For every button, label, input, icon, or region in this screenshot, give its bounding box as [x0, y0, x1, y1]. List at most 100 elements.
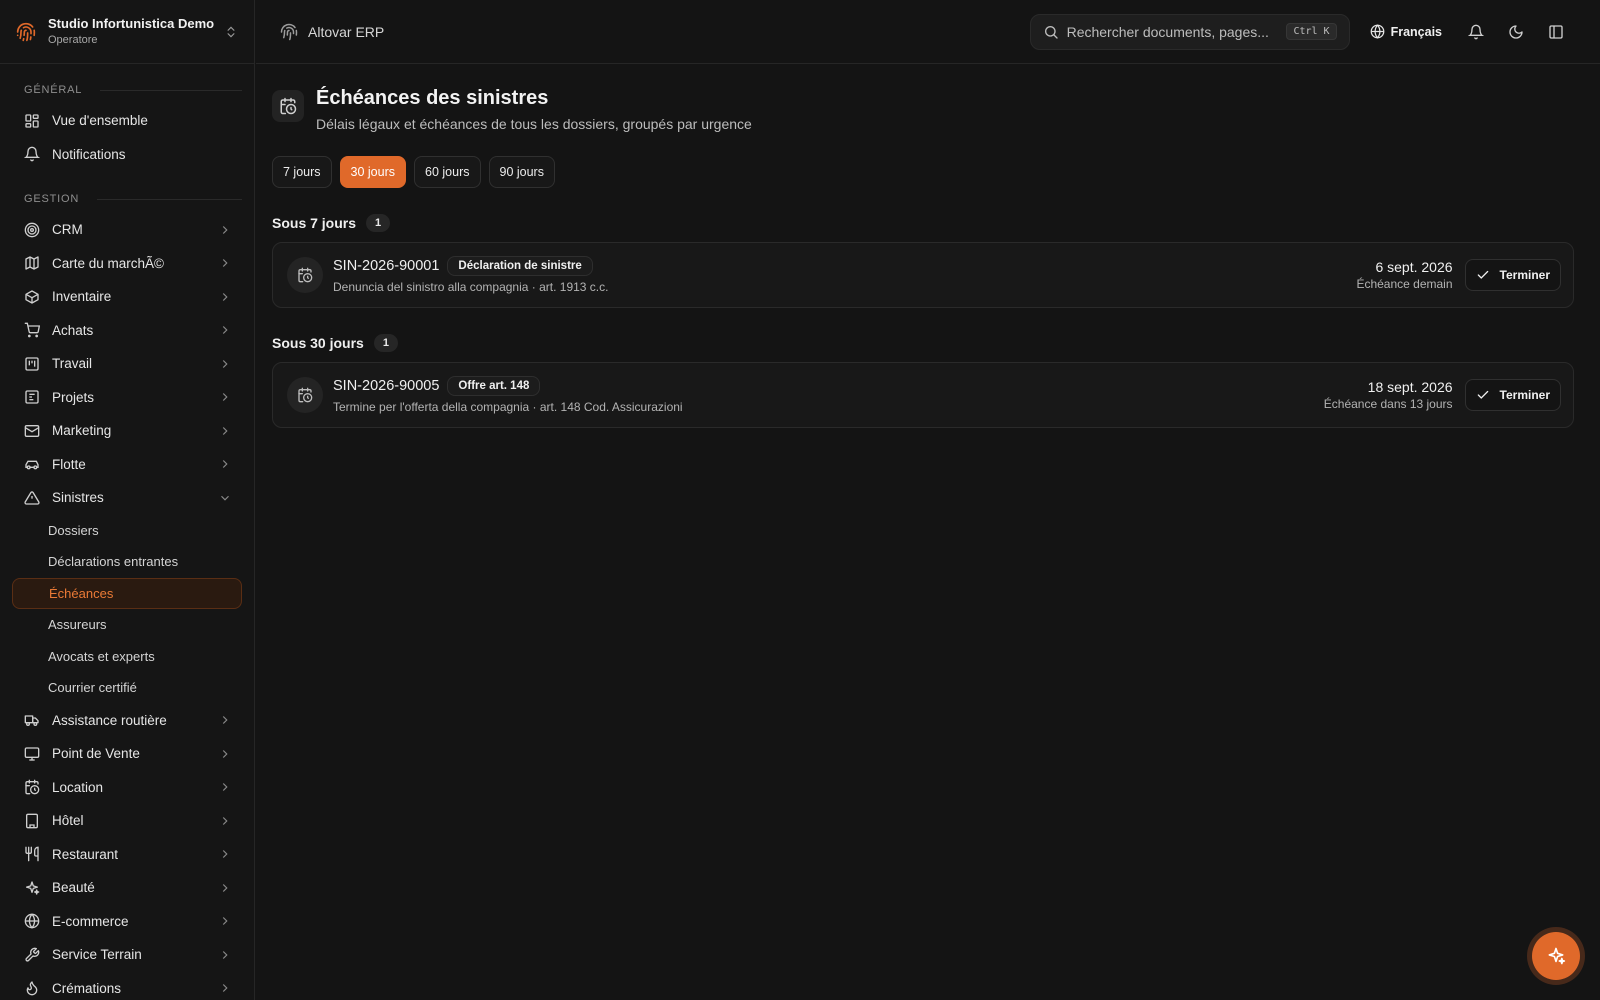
warning-icon — [24, 490, 40, 506]
sidebar-item-work[interactable]: Travail — [12, 347, 242, 381]
utensils-icon — [24, 846, 40, 862]
sparkles-icon — [24, 880, 40, 896]
sidebar: Studio Infortunistica Demo Operatore GÉN… — [0, 0, 255, 1000]
sidebar-subitem-insurers[interactable]: Assureurs — [12, 609, 242, 641]
sidebar-subitem-incoming-declarations[interactable]: Déclarations entrantes — [12, 546, 242, 578]
subitem-label: Dossiers — [48, 522, 99, 538]
subitem-label: Échéances — [49, 585, 114, 601]
sidebar-item-label: Carte du marchÃ© — [52, 255, 164, 271]
language-selector[interactable]: Français — [1370, 24, 1442, 39]
complete-button[interactable]: Terminer — [1464, 379, 1561, 411]
cart-icon — [24, 322, 40, 338]
sidebar-item-inventory[interactable]: Inventaire — [12, 280, 242, 314]
sidebar-item-label: Restaurant — [52, 846, 119, 862]
chevron-right-icon — [218, 814, 232, 828]
language-label: Français — [1390, 24, 1442, 39]
sidebar-subitem-dossiers[interactable]: Dossiers — [12, 515, 242, 547]
sidebar-item-label: Notifications — [52, 146, 126, 162]
sidebar-item-beauty[interactable]: Beauté — [12, 871, 242, 905]
sidebar-item-overview[interactable]: Vue d'ensemble — [12, 104, 242, 138]
sidebar-item-purchases[interactable]: Achats — [12, 314, 242, 348]
map-icon — [24, 255, 40, 271]
sidebar-item-hotel[interactable]: Hôtel — [12, 804, 242, 838]
topbar: Altovar ERP Ctrl K Français — [256, 0, 1600, 64]
chevron-right-icon — [218, 424, 232, 438]
group-header: Sous 7 jours 1 — [272, 214, 1574, 232]
chevron-right-icon — [218, 390, 232, 404]
brand[interactable]: Altovar ERP — [280, 23, 384, 41]
subitem-label: Assureurs — [48, 617, 107, 633]
sidebar-subitem-lawyers-experts[interactable]: Avocats et experts — [12, 641, 242, 673]
sidebar-item-field-service[interactable]: Service Terrain — [12, 938, 242, 972]
bell-icon — [24, 146, 40, 162]
sidebar-item-market-map[interactable]: Carte du marchÃ© — [12, 247, 242, 281]
building-icon — [24, 813, 40, 829]
claim-id[interactable]: SIN-2026-90001 — [333, 258, 439, 274]
chevron-right-icon — [218, 357, 232, 371]
moon-icon[interactable] — [1496, 14, 1536, 50]
sidebar-item-label: E-commerce — [52, 913, 129, 929]
filter-90-days[interactable]: 90 jours — [488, 156, 555, 188]
section-label: GESTION — [24, 193, 80, 205]
sidebar-item-label: Flotte — [52, 456, 86, 472]
chevron-right-icon — [218, 290, 232, 304]
sidebar-item-label: Assistance routière — [52, 712, 167, 728]
sidebar-item-cremations[interactable]: Crémations — [12, 972, 242, 1000]
group-count-badge: 1 — [373, 334, 398, 352]
sidebar-item-claims[interactable]: Sinistres — [12, 481, 242, 515]
claim-id[interactable]: SIN-2026-90005 — [333, 378, 439, 394]
sidebar-toggle-icon[interactable] — [1536, 14, 1576, 50]
sidebar-subitem-deadlines[interactable]: Échéances — [12, 577, 242, 609]
search-box[interactable]: Ctrl K — [1029, 13, 1350, 50]
group-header: Sous 30 jours 1 — [272, 334, 1574, 352]
sidebar-item-crm[interactable]: CRM — [12, 213, 242, 247]
calendar-clock-icon — [287, 257, 323, 293]
deadline-card[interactable]: SIN-2026-90005 Offre art. 148 Termine pe… — [272, 362, 1574, 428]
sidebar-item-marketing[interactable]: Marketing — [12, 414, 242, 448]
calendar-clock-icon — [24, 779, 40, 795]
sidebar-item-projects[interactable]: Projets — [12, 381, 242, 415]
wrench-icon — [24, 947, 40, 963]
deadline-date: 18 sept. 2026 — [1367, 379, 1453, 395]
chevron-right-icon — [218, 914, 232, 928]
sidebar-item-label: Location — [52, 779, 104, 795]
workspace-switcher[interactable]: Studio Infortunistica Demo Operatore — [0, 0, 254, 64]
chevron-right-icon — [218, 948, 232, 962]
chevron-right-icon — [218, 223, 232, 237]
bell-icon[interactable] — [1456, 14, 1496, 50]
sidebar-item-road-assistance[interactable]: Assistance routière — [12, 704, 242, 738]
deadline-card[interactable]: SIN-2026-90001 Déclaration de sinistre D… — [272, 242, 1574, 308]
calendar-clock-icon — [272, 90, 304, 122]
filter-7-days[interactable]: 7 jours — [272, 156, 332, 188]
chevron-right-icon — [218, 981, 232, 995]
sidebar-subitem-certified-mail[interactable]: Courrier certifié — [12, 672, 242, 704]
sidebar-item-restaurant[interactable]: Restaurant — [12, 838, 242, 872]
sidebar-item-label: Service Terrain — [52, 947, 142, 963]
sidebar-item-ecommerce[interactable]: E-commerce — [12, 905, 242, 939]
sidebar-item-notifications[interactable]: Notifications — [12, 138, 242, 172]
search-input[interactable] — [1066, 23, 1287, 40]
range-filters: 7 jours 30 jours 60 jours 90 jours — [272, 156, 1574, 188]
globe-icon — [1370, 24, 1385, 39]
deadline-type-badge: Déclaration de sinistre — [447, 256, 593, 276]
filter-30-days[interactable]: 30 jours — [339, 156, 407, 188]
brand-name: Altovar ERP — [308, 23, 385, 40]
workspace-role: Operatore — [48, 34, 98, 47]
dashboard-icon — [24, 113, 40, 129]
target-icon — [24, 222, 40, 238]
search-icon — [1043, 24, 1059, 40]
sidebar-item-label: Projets — [52, 389, 95, 405]
group-count-badge: 1 — [366, 214, 391, 232]
fingerprint-icon — [280, 23, 298, 41]
ai-assistant-button[interactable] — [1532, 932, 1580, 980]
chevron-right-icon — [218, 747, 232, 761]
workspace-name: Studio Infortunistica Demo — [48, 15, 215, 31]
sidebar-item-fleet[interactable]: Flotte — [12, 448, 242, 482]
filter-60-days[interactable]: 60 jours — [414, 156, 481, 188]
complete-button[interactable]: Terminer — [1464, 259, 1561, 291]
sidebar-item-rental[interactable]: Location — [12, 771, 242, 805]
projects-icon — [24, 389, 40, 405]
chevron-right-icon — [218, 256, 232, 270]
sidebar-nav: GÉNÉRAL Vue d'ensemble Notifications GES… — [0, 64, 254, 1000]
sidebar-item-point-of-sale[interactable]: Point de Vente — [12, 737, 242, 771]
